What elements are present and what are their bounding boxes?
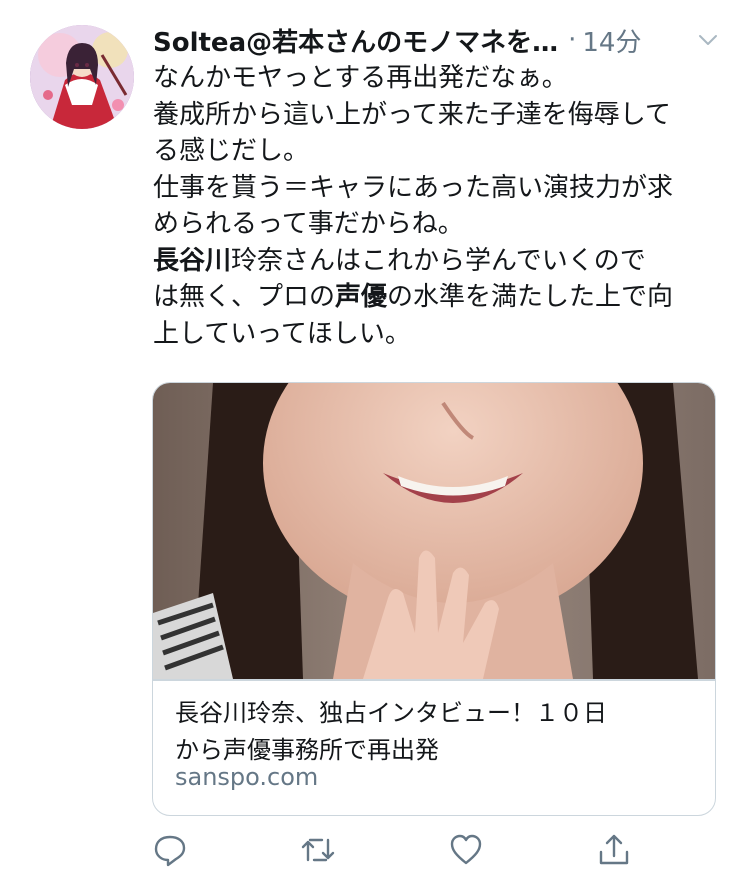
card-domain: sanspo.com: [175, 763, 319, 791]
retweet-icon[interactable]: [300, 832, 336, 868]
avatar-image: [30, 25, 134, 129]
tweet-actions: [152, 832, 632, 872]
chevron-down-icon[interactable]: [696, 28, 720, 52]
tweet-line: 上していってほしい。: [153, 318, 411, 349]
avatar[interactable]: [30, 25, 134, 129]
tweet-line: なんかモヤっとする再出発だなぁ。: [153, 63, 568, 93]
separator-dot: ·: [568, 25, 577, 55]
tweet-line: 長谷川玲奈さんはこれから学んでいくので: [153, 243, 723, 280]
card-image: [153, 383, 715, 679]
tweet-line: る感じだし。: [153, 136, 310, 166]
highlight-term: 長谷川: [153, 245, 232, 276]
tweet-text: なんかモヤっとする再出発だなぁ。 養成所から這い上がって来た子達を侮辱して る感…: [153, 60, 723, 352]
tweet-header: Soltea@若本さんのモノマネを… · 14分: [153, 20, 728, 60]
share-icon[interactable]: [596, 832, 632, 868]
highlight-term: 声優: [335, 282, 388, 312]
display-name[interactable]: Soltea@若本さんのモノマネを…: [153, 22, 558, 59]
card-title-line: 長谷川玲奈、独占インタビュー！１０日: [175, 699, 607, 727]
tweet-line: められるって事だからね。: [153, 209, 464, 239]
tweet-line: 養成所から這い上がって来た子達を侮辱して: [153, 99, 671, 130]
tweet-text-fragment: 玲奈さんはこれから学んでいくので: [231, 245, 646, 276]
tweet-text-fragment: は無く、プロの: [153, 282, 336, 312]
reply-icon[interactable]: [152, 832, 188, 868]
card-title: 長谷川玲奈、独占インタビュー！１０日 から声優事務所で再出発: [175, 695, 695, 769]
timestamp[interactable]: 14分: [582, 22, 641, 59]
tweet-line: は無く、プロの声優の水準を満たした上で向: [153, 279, 723, 316]
tweet-text-fragment: の水準を満たした上で向: [387, 282, 674, 312]
link-card[interactable]: 長谷川玲奈、独占インタビュー！１０日 から声優事務所で再出発 sanspo.co…: [152, 382, 716, 816]
heart-icon[interactable]: [448, 832, 484, 868]
tweet-line: 仕事を貰う＝キャラにあった高い演技力が求: [153, 172, 674, 203]
card-divider: [153, 679, 715, 681]
